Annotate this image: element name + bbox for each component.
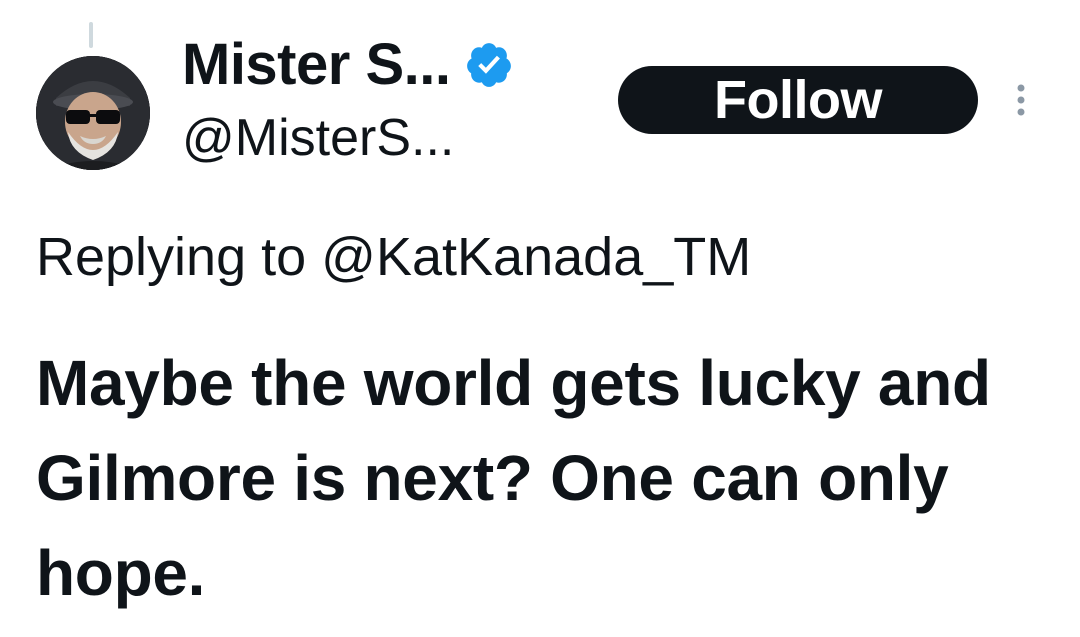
author-name-row: Mister S... — [182, 30, 514, 100]
avatar-photo — [36, 56, 150, 170]
thread-connector-line — [89, 22, 93, 48]
reply-context-user-link[interactable]: @KatKanada_TM — [321, 227, 751, 287]
follow-button[interactable]: Follow — [618, 66, 978, 134]
author-handle[interactable]: @MisterS... — [182, 112, 454, 164]
verified-badge-icon — [464, 40, 514, 90]
avatar[interactable] — [36, 56, 150, 170]
reply-context-prefix: Replying to — [36, 227, 322, 287]
more-vertical-icon[interactable] — [1006, 80, 1036, 120]
reply-context: Replying to @KatKanada_TM — [36, 227, 751, 287]
tweet-text: Maybe the world gets lucky and Gilmore i… — [36, 347, 991, 609]
author-display-name[interactable]: Mister S... — [182, 36, 451, 94]
